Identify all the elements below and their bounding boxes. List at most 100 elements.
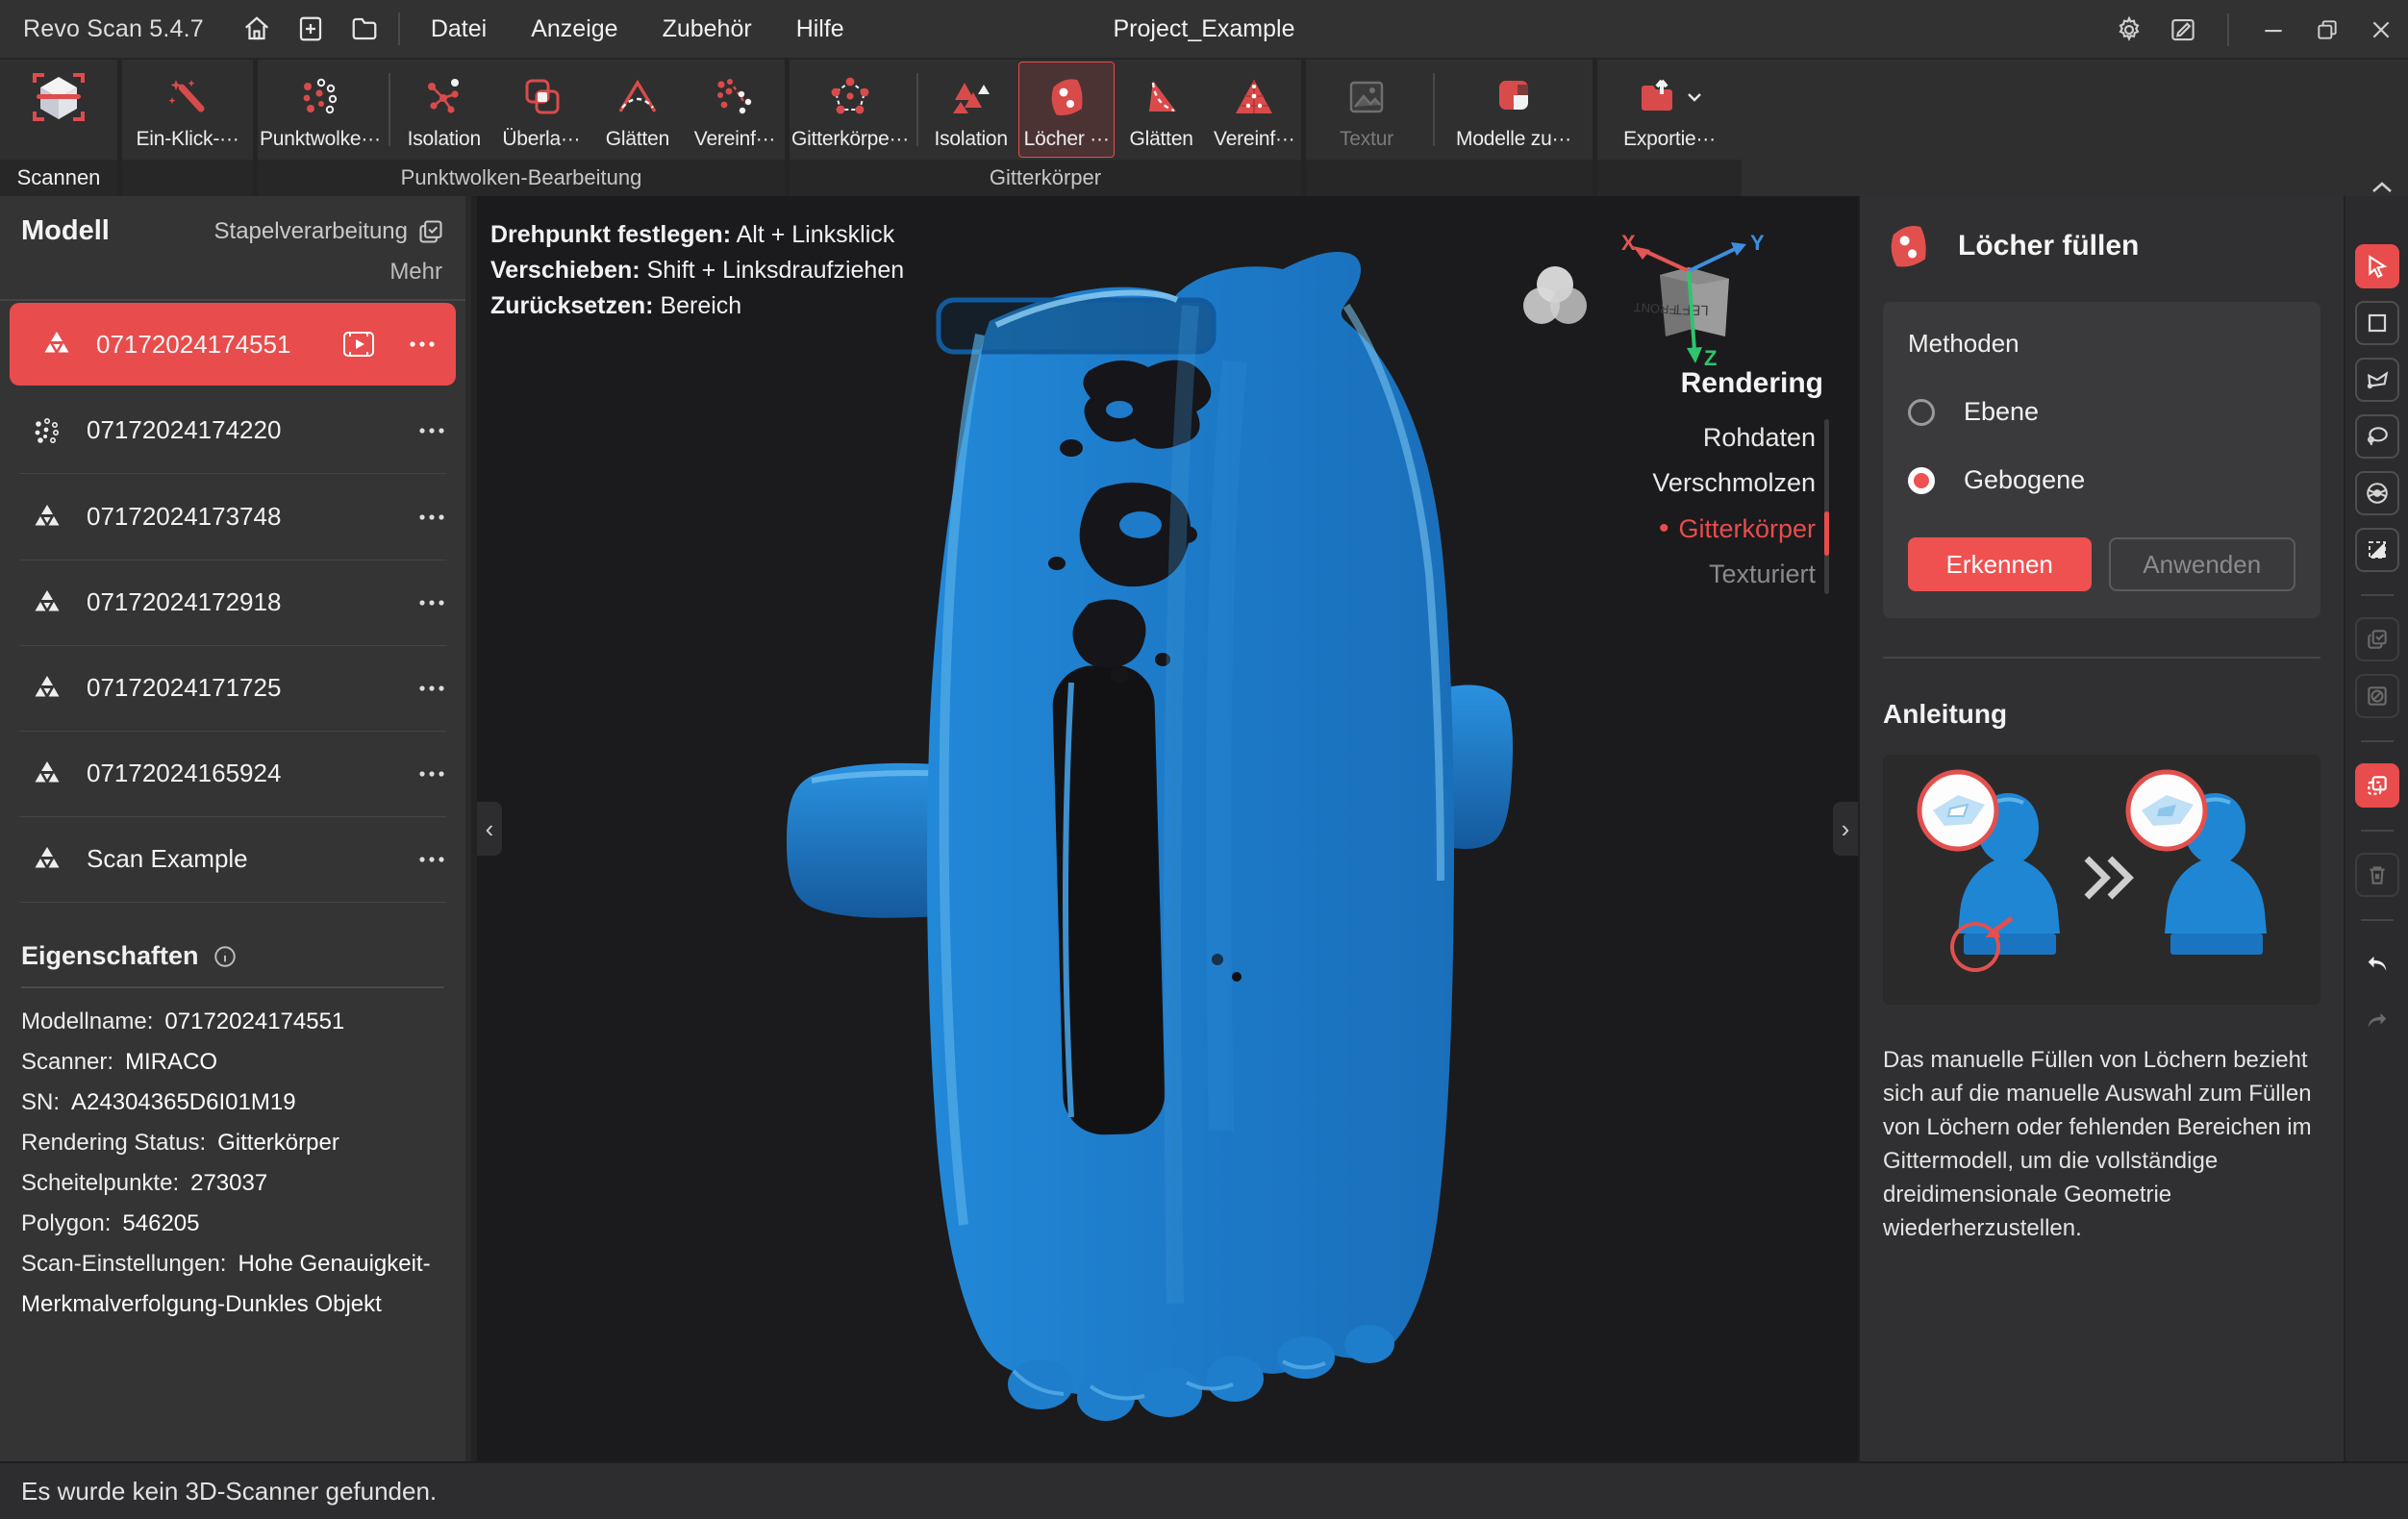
mesh-model-icon — [42, 331, 71, 358]
fill-region-icon — [2365, 773, 2390, 798]
select-all-button[interactable] — [2355, 617, 2399, 661]
render-mode-gitterkoerper[interactable]: •Gitterkörper — [1652, 506, 1816, 552]
mesh-model-icon — [33, 589, 62, 616]
radio-icon-selected[interactable] — [1908, 467, 1935, 494]
mesh-smooth-button[interactable]: Glätten — [1116, 62, 1207, 158]
merge-models-icon — [1492, 72, 1536, 122]
selection-toolbar — [2344, 196, 2408, 1461]
info-icon[interactable] — [213, 944, 238, 969]
radio-option-gebogene[interactable]: Gebogene — [1908, 465, 2295, 495]
svg-text:Y: Y — [1750, 231, 1764, 255]
redo-icon — [2364, 1008, 2391, 1034]
new-project-icon[interactable] — [294, 12, 327, 45]
video-preview-icon[interactable] — [342, 331, 375, 358]
rendering-scrollbar[interactable] — [1824, 419, 1829, 594]
item-menu-icon[interactable] — [417, 599, 446, 607]
texture-button[interactable]: Textur — [1307, 62, 1426, 158]
navigation-cube[interactable]: FRONT LEFT X Y Z — [1600, 229, 1764, 373]
lasso-select-icon — [2365, 424, 2390, 449]
sidebar-title: Modell — [21, 215, 110, 247]
item-menu-icon[interactable] — [417, 856, 446, 863]
pc-smooth-button[interactable]: Glätten — [591, 62, 684, 158]
render-mode-rohdaten[interactable]: •Rohdaten — [1652, 415, 1816, 461]
app-title: Revo Scan 5.4.7 — [23, 15, 204, 43]
polygon-select-button[interactable] — [2355, 358, 2399, 402]
menu-zubehoer[interactable]: Zubehör — [663, 15, 752, 43]
item-menu-icon[interactable] — [408, 340, 437, 348]
ribbon-group-mesh: Gitterkörpe··· Isolation — [790, 60, 1301, 196]
menu-datei[interactable]: Datei — [431, 15, 487, 43]
invert-select-button[interactable] — [2355, 528, 2399, 572]
item-menu-icon[interactable] — [417, 685, 446, 692]
invert-select-icon — [2366, 538, 2389, 561]
rect-select-button[interactable] — [2355, 301, 2399, 345]
merge-models-button[interactable]: Modelle zu··· — [1442, 62, 1586, 158]
rendering-mode-list: •Rohdaten •Verschmolzen •Gitterkörper •T… — [1652, 415, 1816, 597]
minimize-button[interactable] — [2246, 0, 2300, 60]
detect-button[interactable]: Erkennen — [1908, 537, 2092, 591]
apply-button[interactable]: Anwenden — [2109, 537, 2296, 591]
titlebar-divider — [398, 12, 400, 45]
fill-region-button[interactable] — [2355, 763, 2399, 808]
model-list-item[interactable]: 07172024172918 — [0, 560, 465, 645]
pc-isolation-button[interactable]: Isolation — [397, 62, 491, 158]
panel-collapse-handle[interactable]: › — [1833, 802, 1858, 856]
feedback-note-icon[interactable] — [2156, 0, 2210, 60]
ribbon-section-scan: Scannen — [0, 60, 117, 196]
model-list-item[interactable]: Scan Example — [0, 816, 465, 902]
one-click-button[interactable]: Ein-Klick-··· — [123, 62, 252, 158]
render-mode-verschmolzen[interactable]: •Verschmolzen — [1652, 461, 1816, 506]
item-menu-icon[interactable] — [417, 513, 446, 521]
radio-option-ebene[interactable]: Ebene — [1908, 397, 2295, 427]
magic-wand-icon — [164, 72, 211, 122]
batch-processing-button[interactable]: Stapelverarbeitung — [214, 218, 444, 245]
property-row: Scheitelpunkte:273037 — [21, 1163, 444, 1204]
item-menu-icon[interactable] — [417, 770, 446, 778]
settings-gear-icon[interactable] — [2102, 0, 2156, 60]
export-button[interactable]: Exportie··· — [1598, 62, 1741, 158]
model-list-item[interactable]: 07172024173748 — [0, 474, 465, 560]
redo-button[interactable] — [2355, 999, 2399, 1043]
lasso-select-button[interactable] — [2355, 414, 2399, 459]
close-button[interactable] — [2354, 0, 2408, 60]
more-button[interactable]: Mehr — [0, 253, 465, 299]
cursor-icon — [2365, 254, 2390, 279]
scan-button[interactable] — [1, 62, 116, 158]
undo-icon — [2364, 951, 2391, 978]
menu-anzeige[interactable]: Anzeige — [531, 15, 617, 43]
mesh-simplify-button[interactable]: Vereinf··· — [1208, 62, 1300, 158]
model-list-item[interactable]: 07172024174220 — [0, 387, 465, 473]
home-icon[interactable] — [240, 12, 273, 45]
model-list-item[interactable]: 07172024171725 — [0, 645, 465, 731]
fill-holes-icon — [1044, 72, 1089, 122]
menu-hilfe[interactable]: Hilfe — [796, 15, 844, 43]
sidebar-collapse-handle[interactable]: ‹ — [477, 802, 502, 856]
viewport-3d[interactable]: Drehpunkt festlegen: Alt + Linksklick Ve… — [477, 196, 1858, 1461]
pointcloud-edit-button[interactable]: Punktwolke··· — [259, 62, 382, 158]
delete-button[interactable] — [2355, 853, 2399, 897]
radio-icon[interactable] — [1908, 399, 1935, 426]
mesh-create-button[interactable]: Gitterkörpe··· — [790, 62, 910, 158]
chevron-down-icon[interactable] — [1686, 90, 1703, 104]
restore-button[interactable] — [2300, 0, 2354, 60]
model-list-item[interactable]: 07172024165924 — [0, 731, 465, 816]
model-list-item[interactable]: 07172024174551 — [10, 303, 456, 386]
undo-button[interactable] — [2355, 942, 2399, 986]
pc-simplify-button[interactable]: Vereinf··· — [686, 62, 784, 158]
scan-object[interactable] — [783, 246, 1514, 1429]
item-menu-icon[interactable] — [417, 427, 446, 435]
open-folder-icon[interactable] — [348, 12, 381, 45]
render-mode-ball-icon[interactable] — [1519, 263, 1591, 329]
fill-holes-panel: Löcher füllen Methoden Ebene Gebogene Er… — [1858, 196, 2344, 1461]
cursor-select-button[interactable] — [2355, 244, 2399, 288]
mesh-create-icon — [828, 72, 872, 122]
render-mode-texturiert[interactable]: •Texturiert — [1652, 552, 1816, 597]
sphere-select-button[interactable] — [2355, 471, 2399, 515]
ribbon-collapse-icon[interactable] — [2370, 179, 2395, 196]
fill-holes-button[interactable]: Löcher ··· — [1018, 62, 1114, 158]
scan-label: Scannen — [0, 160, 117, 196]
pc-overlap-button[interactable]: Überla··· — [493, 62, 589, 158]
deselect-button[interactable] — [2355, 674, 2399, 718]
mesh-isolation-button[interactable]: Isolation — [925, 62, 1017, 158]
rendering-title: Rendering — [1681, 367, 1823, 400]
